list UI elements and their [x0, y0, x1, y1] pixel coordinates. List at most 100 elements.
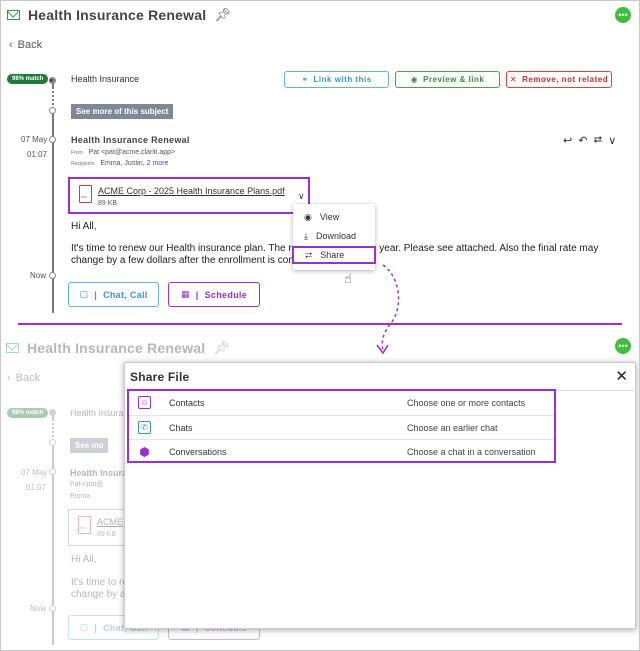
link-with-this-button[interactable]: ⚭ Link with this: [284, 71, 389, 88]
contacts-icon: ☺: [138, 396, 151, 409]
attachment-name: ACME: [97, 517, 124, 527]
calendar-icon: ▦: [180, 289, 190, 299]
timeline-dot: [49, 107, 56, 114]
chat-icon: ▢: [79, 289, 89, 299]
section-divider: [18, 323, 622, 325]
close-icon: ✕: [509, 75, 518, 84]
share-options-list: ☺ Contacts Choose one or more contacts ✆…: [127, 389, 556, 463]
hexagon-icon: ⬢: [139, 444, 150, 459]
separator: |: [94, 289, 98, 300]
see-more-button: See mo: [70, 438, 109, 453]
from-label: From: [71, 150, 83, 156]
attachment-menu-chevron-icon[interactable]: ∨: [298, 191, 305, 202]
more-recipients-link[interactable]: 2 more: [147, 160, 169, 167]
eye-icon: ◉: [410, 75, 419, 84]
email-thread-panel: Health Insurance Renewal 📌︎ ••• ‹ Back 9…: [1, 1, 639, 326]
timeline-dot: [49, 409, 56, 416]
recipients-label: Recipients: [71, 161, 95, 167]
title-row: Health Insurance Renewal 📌︎: [6, 340, 230, 356]
pdf-icon: [79, 185, 92, 203]
remove-not-related-button[interactable]: ✕ Remove, not related: [506, 71, 612, 88]
recipients-value: Emma, Justin,: [100, 160, 145, 167]
chevron-left-icon: ‹: [9, 39, 13, 51]
email-date: 07 May: [21, 468, 48, 477]
back-button[interactable]: ‹ Back: [9, 39, 42, 51]
download-icon: ⤓: [304, 230, 308, 241]
envelope-icon: [6, 343, 19, 353]
subject-label: Health Insurance: [71, 74, 140, 84]
attachment-name[interactable]: ACME Corp - 2025 Health Insurance Plans.…: [98, 186, 285, 196]
attachment-size: 89 KB: [98, 200, 118, 207]
attachment-size: 89 KB: [97, 531, 117, 538]
envelope-icon: [7, 10, 20, 20]
recipients-value: Emma: [70, 493, 91, 500]
menu-item-download[interactable]: ⤓ Download: [293, 227, 375, 245]
preview-button-label: Preview & link: [423, 75, 485, 84]
timeline-line: [52, 445, 54, 645]
see-more-button[interactable]: See more of this subject: [71, 104, 174, 119]
schedule-label: Schedule: [204, 289, 248, 300]
email-greeting: Hi All,: [71, 554, 97, 565]
preview-and-link-button[interactable]: ◉ Preview & link: [395, 71, 500, 88]
chat-bubble-icon[interactable]: •••: [615, 7, 631, 23]
option-label: Chats: [169, 423, 193, 433]
share-icon[interactable]: ⮂: [593, 134, 602, 147]
subject-label: Health Insura: [70, 408, 124, 418]
option-description: Choose an earlier chat: [407, 423, 498, 433]
timeline-dot: [49, 605, 56, 612]
recipients-row: Recipients Emma, Justin, 2 more: [71, 160, 168, 167]
arrow-right-icon: ▸: [50, 77, 54, 84]
app-frame: Health Insurance Renewal 📌︎ ••• ‹ Back 9…: [0, 0, 640, 651]
from-value: Pat <pat@: [70, 481, 104, 488]
chat-icon: ▢: [79, 622, 89, 632]
share-option-conversations[interactable]: ⬢ Conversations Choose a chat in a conve…: [129, 439, 554, 463]
page-title: Health Insurance Renewal: [27, 340, 206, 356]
timeline-dot: [49, 439, 56, 446]
share-option-contacts[interactable]: ☺ Contacts Choose one or more contacts: [129, 391, 554, 415]
chevron-down-icon[interactable]: ∨: [608, 134, 616, 147]
option-description: Choose a chat in a conversation: [407, 447, 536, 457]
attachment-card: ACME 89 KB: [68, 509, 128, 546]
from-value: Pat <pat@acme.clariti.app>: [88, 149, 176, 156]
chat-call-label: Chat, Call: [103, 289, 148, 300]
timeline-line: [52, 113, 54, 313]
email-actions: ↩ ↶ ⮂ ∨: [563, 134, 616, 147]
match-badge: 98% match: [7, 74, 49, 84]
timeline-dot: [49, 468, 56, 475]
pdf-icon: [78, 516, 91, 534]
menu-item-download-label: Download: [315, 231, 357, 241]
pin-icon[interactable]: 📌︎: [214, 7, 231, 23]
share-icon: ⮂: [305, 249, 313, 260]
pin-icon: 📌︎: [213, 340, 230, 355]
menu-item-share[interactable]: ⮂ Share: [292, 246, 376, 264]
reply-icon[interactable]: ↩: [563, 134, 572, 147]
page-title: Health Insurance Renewal: [28, 7, 207, 23]
modal-title: Share File: [130, 370, 190, 384]
separator: |: [94, 622, 98, 633]
email-date: 07 May: [21, 135, 48, 144]
separator: |: [195, 289, 199, 300]
share-file-modal: Share File ✕ ☺ Contacts Choose one or mo…: [124, 362, 637, 629]
email-body-line-1: It's time to re: [71, 577, 128, 588]
menu-item-view[interactable]: ◉ View: [293, 208, 375, 226]
chat-call-button[interactable]: ▢ | Chat, Call: [68, 282, 159, 307]
share-option-chats[interactable]: ✆ Chats Choose an earlier chat: [129, 415, 554, 439]
option-description: Choose one or more contacts: [407, 398, 526, 408]
chat-bubble-icon[interactable]: •••: [615, 338, 631, 354]
back-button: ‹ Back: [7, 372, 40, 384]
now-label: Now: [30, 271, 47, 280]
menu-item-share-label: Share: [320, 250, 345, 260]
body-line-1-start: It's time to renew our Health insurance …: [71, 243, 298, 254]
from-row: From Pat <pat@acme.clariti.app>: [71, 149, 175, 156]
schedule-button[interactable]: ▦ | Schedule: [168, 282, 260, 307]
hand-cursor-icon: ☝: [344, 271, 352, 286]
reply-all-icon[interactable]: ↶: [578, 134, 587, 147]
attachment-context-menu: ◉ View ⤓ Download ⮂ Share: [292, 204, 376, 270]
phone-chat-icon: ✆: [138, 421, 151, 434]
timeline-dotted: [52, 87, 54, 109]
body-line-1-end: % this year. Please see attached. Also t…: [349, 243, 599, 254]
close-icon[interactable]: ✕: [615, 367, 628, 385]
back-label: Back: [15, 372, 41, 384]
match-badge: 98% match: [7, 408, 49, 418]
attachment-card[interactable]: ACME Corp - 2025 Health Insurance Plans.…: [68, 177, 310, 214]
